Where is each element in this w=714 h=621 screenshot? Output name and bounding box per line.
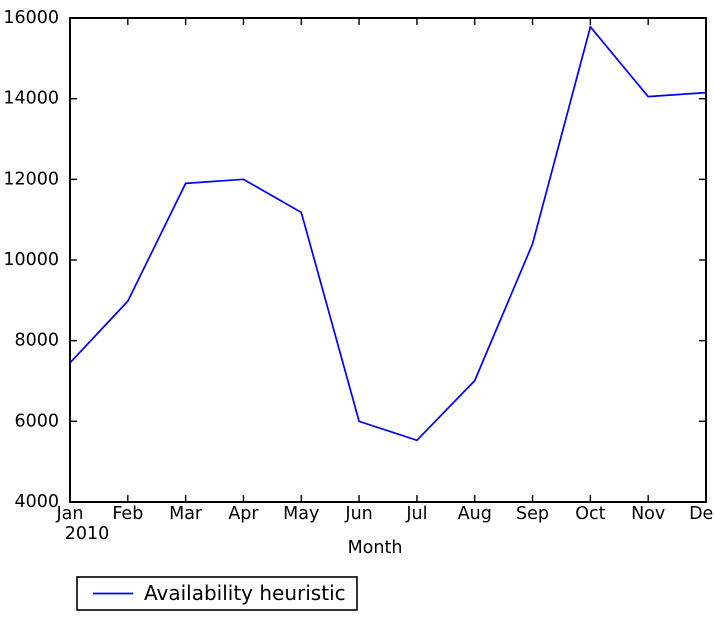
x-axis-tick-labels: Jan Feb Mar Apr May Jun Jul Aug Sep Oct Nov Dec <box>56 504 714 524</box>
y-tick-label: 10000 <box>3 250 59 270</box>
y-axis-tick-labels: 4000 6000 8000 10000 12000 14000 16000 <box>3 8 59 512</box>
x-axis-title: Month <box>348 538 403 558</box>
y-tick-label: 8000 <box>14 331 59 351</box>
y-tick-label: 12000 <box>3 169 59 189</box>
x-axis-year-label: 2010 <box>65 524 110 544</box>
data-line-availability-heuristic <box>69 25 707 442</box>
y-tick-label: 16000 <box>3 8 59 28</box>
x-tick-label-apr: Apr <box>228 504 259 524</box>
chart-legend[interactable]: Availability heuristic <box>76 576 358 611</box>
data-series-group <box>69 25 707 442</box>
x-tick-label-jan: Jan <box>56 504 84 524</box>
x-tick-label-mar: Mar <box>169 504 203 524</box>
x-tick-label-dec: Dec <box>689 504 714 524</box>
y-tick-label: 6000 <box>14 411 59 431</box>
line-chart: 4000 6000 8000 10000 12000 14000 16000 Jan Feb M… <box>3 8 714 611</box>
x-tick-label-sep: Sep <box>516 504 549 524</box>
x-tick-label-jun: Jun <box>344 504 372 524</box>
y-tick-label: 14000 <box>3 89 59 109</box>
x-tick-label-oct: Oct <box>575 504 605 524</box>
x-tick-label-jul: Jul <box>405 504 427 524</box>
y-axis-ticks <box>70 17 706 503</box>
x-tick-label-feb: Feb <box>112 504 143 524</box>
x-tick-label-nov: Nov <box>631 504 665 524</box>
x-tick-label-aug: Aug <box>458 504 492 524</box>
y-tick-label: 4000 <box>14 492 59 512</box>
x-tick-label-may: May <box>283 504 319 524</box>
x-axis-ticks <box>69 18 707 502</box>
chart-figure: 4000 6000 8000 10000 12000 14000 16000 Jan Feb M… <box>0 0 714 621</box>
legend-label-availability-heuristic: Availability heuristic <box>144 581 346 605</box>
plot-axes-frame <box>69 17 707 503</box>
